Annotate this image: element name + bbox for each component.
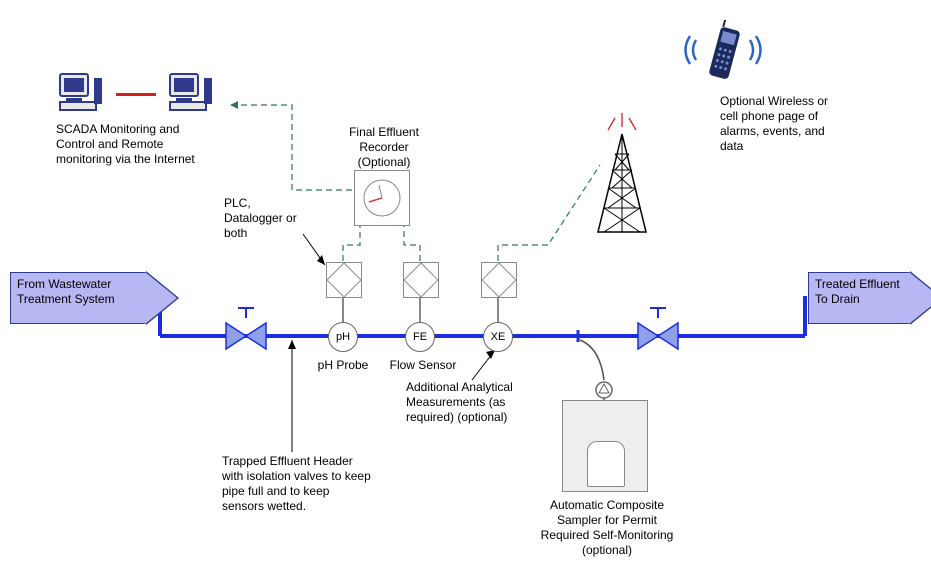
output-destination-box: Treated Effluent To Drain xyxy=(808,272,910,324)
xe-sensor-label: Additional Analytical Measurements (as r… xyxy=(406,380,546,425)
recorder-title: Final Effluent Recorder xyxy=(336,125,432,155)
computer-icon-2 xyxy=(168,72,216,117)
flow-sensor: FE xyxy=(405,322,435,352)
composite-sampler xyxy=(562,400,648,492)
cell-phone-icon xyxy=(704,20,744,93)
computer-icon-1 xyxy=(58,72,106,117)
ph-sensor-code: pH xyxy=(336,331,350,343)
header-note: Trapped Effluent Header with isolation v… xyxy=(222,454,402,514)
scada-label: SCADA Monitoring and Control and Remote … xyxy=(56,122,226,167)
recorder-subtitle: (Optional) xyxy=(336,155,432,170)
flow-sensor-code: FE xyxy=(413,331,427,343)
radio-tower-icon xyxy=(592,128,652,241)
ph-sensor-label: pH Probe xyxy=(316,358,370,373)
effluent-recorder xyxy=(354,170,410,226)
plc-box-ph xyxy=(326,262,362,298)
network-link-icon xyxy=(116,93,156,96)
ph-sensor: pH xyxy=(328,322,358,352)
isolation-valve-right xyxy=(636,321,680,351)
input-source-box: From Wastewater Treatment System xyxy=(10,272,146,324)
isolation-valve-left xyxy=(224,321,268,351)
xe-sensor-code: XE xyxy=(491,331,506,343)
plc-box-fe xyxy=(403,262,439,298)
plc-label: PLC, Datalogger or both xyxy=(224,196,314,241)
xe-sensor: XE xyxy=(483,322,513,352)
plc-box-xe xyxy=(481,262,517,298)
output-destination-label: Treated Effluent To Drain xyxy=(815,277,903,307)
input-source-label: From Wastewater Treatment System xyxy=(17,277,139,307)
wireless-label: Optional Wireless or cell phone page of … xyxy=(720,94,860,154)
sampler-label: Automatic Composite Sampler for Permit R… xyxy=(532,498,682,558)
flow-sensor-label: Flow Sensor xyxy=(388,358,458,373)
